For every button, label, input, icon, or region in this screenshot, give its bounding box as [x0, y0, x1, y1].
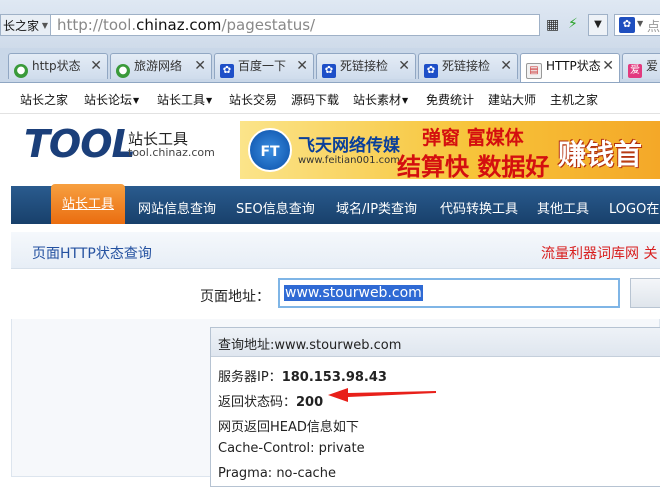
query-button[interactable] — [630, 278, 660, 308]
status-code-line: 返回状态码：200 — [218, 395, 324, 410]
url-label: 页面地址： — [200, 289, 270, 305]
caret-down-icon: ▼ — [402, 96, 409, 105]
main-nav-other-tools[interactable]: 其他工具 — [537, 198, 589, 217]
main-nav: 站长工具 网站信息查询 SEO信息查询 域名/IP类查询 代码转换工具 其他工具… — [11, 184, 660, 224]
result-query-address: 查询地址:www.stourweb.com — [218, 338, 402, 353]
banner-site: www.feitian001.com — [298, 155, 401, 166]
url-input[interactable]: http://tool.chinaz.com/pagestatus/ — [50, 14, 540, 36]
banner-slogan-1: 弹窗 富媒体 — [422, 127, 524, 149]
url-dropdown-button[interactable]: ▼ — [588, 14, 608, 36]
close-icon[interactable]: ✕ — [194, 54, 206, 78]
main-nav-site-info[interactable]: 网站信息查询 — [138, 198, 216, 217]
search-placeholder: 点 — [647, 20, 660, 35]
nav-materials[interactable]: 站长素材▼ — [353, 91, 408, 108]
nav-forum[interactable]: 站长论坛▼ — [84, 91, 139, 108]
banner-slogan-2: 结算快 数据好 — [397, 153, 550, 179]
page-url-value[interactable]: www.stourweb.com — [284, 285, 423, 301]
nav-source-download[interactable]: 源码下载 — [291, 91, 339, 108]
status-code-value: 200 — [296, 395, 324, 410]
chevron-down-icon: ▼ — [637, 19, 644, 28]
chevron-down-icon: ▼ — [594, 19, 602, 30]
header-cache-control: Cache-Control: private — [218, 441, 365, 456]
globe-icon: ● — [116, 64, 130, 78]
caret-down-icon: ▼ — [133, 96, 140, 105]
banner-company: 飞天网络传媒 — [298, 136, 400, 156]
nav-trade[interactable]: 站长交易 — [229, 91, 277, 108]
caret-down-icon: ▼ — [206, 96, 213, 105]
paw-icon: ✿ — [322, 64, 336, 78]
tab-label: 死链接检 — [340, 59, 389, 73]
paw-icon: ✿ — [424, 64, 438, 78]
red-arrow-icon — [328, 388, 436, 402]
tab-love[interactable]: 爱爱 — [622, 53, 660, 79]
tab-strip: ● http状态 ✕ ● 旅游网络 ✕ ✿ 百度一下 ✕ ✿ 死链接检 ✕ ✿ 死链接检 ✕ ▤ HT… — [0, 48, 660, 83]
nav-tools[interactable]: 站长工具▼ — [157, 91, 212, 108]
logo-domain: tool.chinaz.com — [128, 146, 215, 159]
logo-text[interactable]: TOOL — [24, 124, 136, 164]
url-domain: chinaz.com — [136, 16, 222, 34]
tab-baidu[interactable]: ✿ 百度一下 ✕ — [214, 53, 314, 79]
server-ip-line: 服务器IP：180.153.98.43 — [218, 370, 387, 385]
tab-http-status[interactable]: ● http状态 ✕ — [8, 53, 108, 79]
header-pragma: Pragma: no-cache — [218, 466, 336, 481]
tab-label: 爱 — [646, 59, 659, 73]
document-icon: ▤ — [526, 63, 542, 79]
globe-icon: ● — [14, 64, 28, 78]
tab-label: 旅游网络 — [134, 59, 183, 73]
qr-code-icon[interactable]: ▦ — [546, 17, 562, 33]
search-input[interactable]: ✿ ▼ 点 — [614, 14, 660, 36]
main-nav-domain-ip[interactable]: 域名/IP类查询 — [336, 198, 417, 217]
close-icon[interactable]: ✕ — [602, 54, 614, 78]
url-prefix: http://tool. — [57, 16, 137, 34]
feitian-logo-icon: FT — [248, 128, 292, 172]
close-icon[interactable]: ✕ — [90, 54, 102, 78]
nav-site-builder[interactable]: 建站大师 — [488, 91, 536, 108]
ad-link[interactable]: 流量利器词库网 关 — [541, 243, 657, 263]
url-path: /pagestatus/ — [221, 16, 316, 34]
nav-host[interactable]: 主机之家 — [550, 91, 598, 108]
banner-slogan-3: 赚钱首 — [558, 138, 643, 171]
head-info-intro: 网页返回HEAD信息如下 — [218, 420, 359, 435]
main-nav-code-convert[interactable]: 代码转换工具 — [440, 198, 518, 217]
page-title: 页面HTTP状态查询 — [32, 246, 152, 262]
tab-travel[interactable]: ● 旅游网络 ✕ — [110, 53, 212, 79]
site-identity-tag[interactable]: 长之家 ▼ — [0, 14, 50, 36]
love-icon: 爱 — [628, 64, 642, 78]
paw-icon: ✿ — [619, 17, 635, 33]
main-nav-tools-active[interactable]: 站长工具 — [51, 184, 125, 224]
tab-label: 死链接检 — [442, 59, 491, 73]
main-nav-logo[interactable]: LOGO在线 — [609, 198, 660, 217]
nav-chinaz-home[interactable]: 站长之家 — [20, 91, 68, 108]
tab-label: http状态 — [32, 59, 81, 73]
tab-http-status-active[interactable]: ▤ HTTP状态 ✕ — [520, 53, 620, 82]
tab-label: HTTP状态 — [546, 59, 601, 73]
close-icon[interactable]: ✕ — [500, 54, 512, 78]
site-tag-label: 长之家 — [3, 19, 40, 33]
main-nav-seo-info[interactable]: SEO信息查询 — [236, 198, 315, 217]
server-ip-value: 180.153.98.43 — [281, 370, 387, 385]
lightning-icon[interactable]: ⚡ — [568, 16, 582, 32]
chevron-down-icon: ▼ — [41, 21, 48, 30]
ad-banner[interactable]: FT 飞天网络传媒 www.feitian001.com 弹窗 富媒体 结算快 … — [240, 121, 660, 179]
nav-free-stats[interactable]: 免费统计 — [426, 91, 474, 108]
tab-dead-link-2[interactable]: ✿ 死链接检 ✕ — [418, 53, 518, 79]
tab-dead-link-1[interactable]: ✿ 死链接检 ✕ — [316, 53, 416, 79]
paw-icon: ✿ — [220, 64, 234, 78]
tab-label: 百度一下 — [238, 59, 287, 73]
close-icon[interactable]: ✕ — [296, 54, 308, 78]
close-icon[interactable]: ✕ — [398, 54, 410, 78]
